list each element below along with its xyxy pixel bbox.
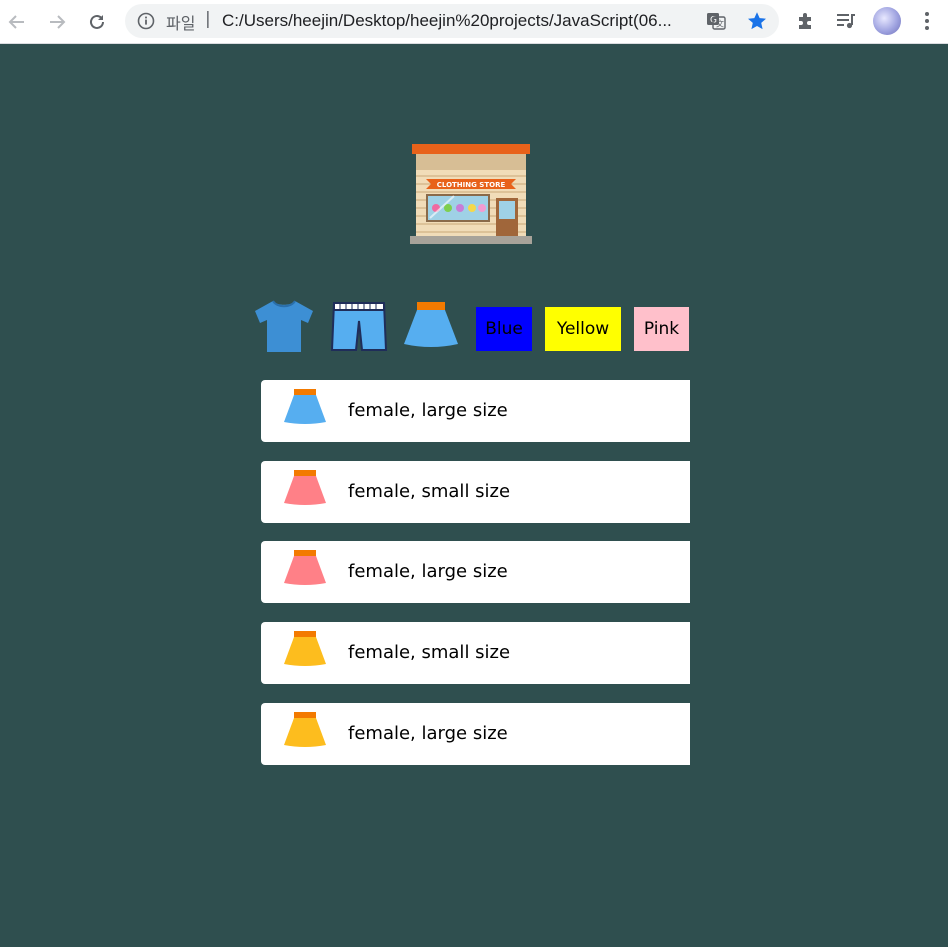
back-arrow-icon [8, 15, 24, 29]
bookmark-star-icon[interactable] [746, 10, 768, 32]
list-item: female, small size [261, 622, 690, 684]
forward-button[interactable] [43, 8, 71, 36]
item-description: female, small size [348, 642, 511, 663]
svg-text:文: 文 [716, 19, 724, 29]
tshirt-icon[interactable] [253, 299, 315, 354]
url-separator: | [205, 9, 211, 29]
extensions-button[interactable] [794, 9, 818, 33]
pink-filter-label: Pink [643, 319, 680, 339]
yellow-filter-button[interactable]: Yellow [544, 306, 622, 352]
forward-arrow-icon [50, 15, 66, 29]
item-description: female, large size [348, 561, 508, 582]
blue-filter-label: Blue [485, 319, 523, 339]
yellow-skirt-icon [284, 712, 326, 747]
yellow-skirt-icon [284, 631, 326, 666]
browser-menu-button[interactable] [915, 9, 939, 33]
list-item: female, large size [261, 703, 690, 765]
reload-icon [90, 14, 104, 29]
skirt-icon[interactable] [402, 300, 460, 350]
list-item: female, small size [261, 461, 690, 523]
media-control-button[interactable] [834, 9, 858, 33]
back-button[interactable] [3, 8, 31, 36]
puzzle-icon [799, 13, 811, 29]
logo-sign-text: CLOTHING STORE [437, 181, 506, 189]
reload-button[interactable] [83, 8, 111, 36]
item-description: female, large size [348, 723, 508, 744]
url-text[interactable]: C:/Users/heejin/Desktop/heejin%20project… [222, 11, 706, 31]
yellow-filter-label: Yellow [556, 319, 610, 339]
blue-skirt-icon [284, 389, 326, 424]
address-bar[interactable]: 파일 | C:/Users/heejin/Desktop/heejin%20pr… [125, 4, 779, 38]
list-item: female, large size [261, 541, 690, 603]
item-description: female, large size [348, 400, 508, 421]
clothing-store-logo[interactable]: CLOTHING STORE [410, 144, 532, 246]
blue-filter-button[interactable]: Blue [475, 306, 533, 352]
translate-icon[interactable]: G文 [706, 11, 726, 31]
pink-skirt-icon [284, 470, 326, 505]
pink-filter-button[interactable]: Pink [633, 306, 690, 352]
pants-icon[interactable] [330, 299, 388, 354]
pink-skirt-icon [284, 550, 326, 585]
playlist-music-icon [837, 14, 855, 29]
browser-toolbar: 파일 | C:/Users/heejin/Desktop/heejin%20pr… [0, 0, 948, 44]
url-scheme-label: 파일 [166, 14, 196, 33]
info-icon[interactable] [137, 12, 155, 30]
item-description: female, small size [348, 481, 511, 502]
kebab-menu-icon [925, 12, 929, 30]
profile-avatar[interactable] [873, 7, 901, 35]
list-item: female, large size [261, 380, 690, 442]
